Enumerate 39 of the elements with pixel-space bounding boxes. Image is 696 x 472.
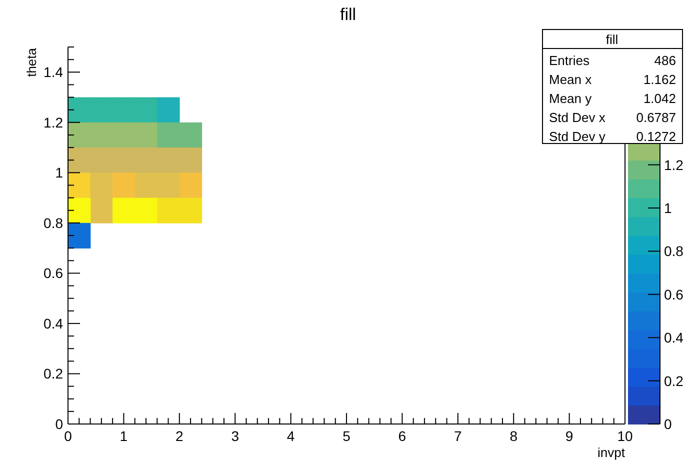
x-tick-label: 9 — [565, 428, 574, 444]
x-tick-label: 1 — [120, 428, 128, 444]
x-tick-label: 4 — [286, 428, 295, 444]
y-tick-label: 1 — [55, 164, 63, 181]
stats-value: 1.162 — [643, 72, 676, 87]
stats-value: 0.6787 — [636, 110, 676, 125]
color-scale-tick-label: 0.6 — [664, 286, 684, 302]
x-tick-label: 8 — [510, 428, 518, 444]
stats-label: Mean x — [549, 72, 592, 87]
x-tick-label: 5 — [342, 428, 350, 444]
x-tick-label: 6 — [398, 428, 406, 444]
x-tick-label: 10 — [617, 428, 633, 444]
y-tick-label: 0.6 — [44, 265, 63, 282]
y-tick-label: 0.8 — [44, 214, 63, 231]
x-tick-label: 7 — [454, 428, 462, 444]
stats-value: 0.1272 — [636, 129, 676, 144]
stats-label: Entries — [549, 53, 590, 68]
color-scale-tick-label: 1 — [664, 200, 672, 216]
y-tick-label: 0 — [55, 416, 63, 432]
x-tick-label: 2 — [176, 428, 184, 444]
x-tick-label: 3 — [231, 428, 239, 444]
color-scale-tick-label: 0.8 — [664, 243, 684, 260]
stats-value: 1.042 — [643, 91, 676, 106]
color-scale-tick-label: 0 — [664, 416, 672, 432]
color-scale-tick-label: 0.2 — [664, 372, 684, 389]
x-axis-label: invpt — [598, 445, 625, 460]
chart-title: fill — [340, 5, 356, 24]
stats-label: Std Dev x — [549, 110, 606, 125]
y-tick-label: 0.4 — [44, 315, 63, 332]
color-scale-tick-label: 0.4 — [664, 330, 684, 346]
y-tick-label: 1.2 — [44, 114, 63, 130]
stats-label: Mean y — [549, 91, 592, 106]
y-axis-label: theta — [24, 48, 39, 77]
x-tick-label: 0 — [64, 428, 72, 444]
color-scale-tick-label: 1.2 — [664, 156, 684, 173]
stats-title: fill — [606, 32, 618, 47]
y-tick-label: 0.2 — [44, 366, 63, 382]
stats-value: 486 — [654, 53, 676, 68]
y-tick-label: 1.4 — [44, 64, 63, 80]
